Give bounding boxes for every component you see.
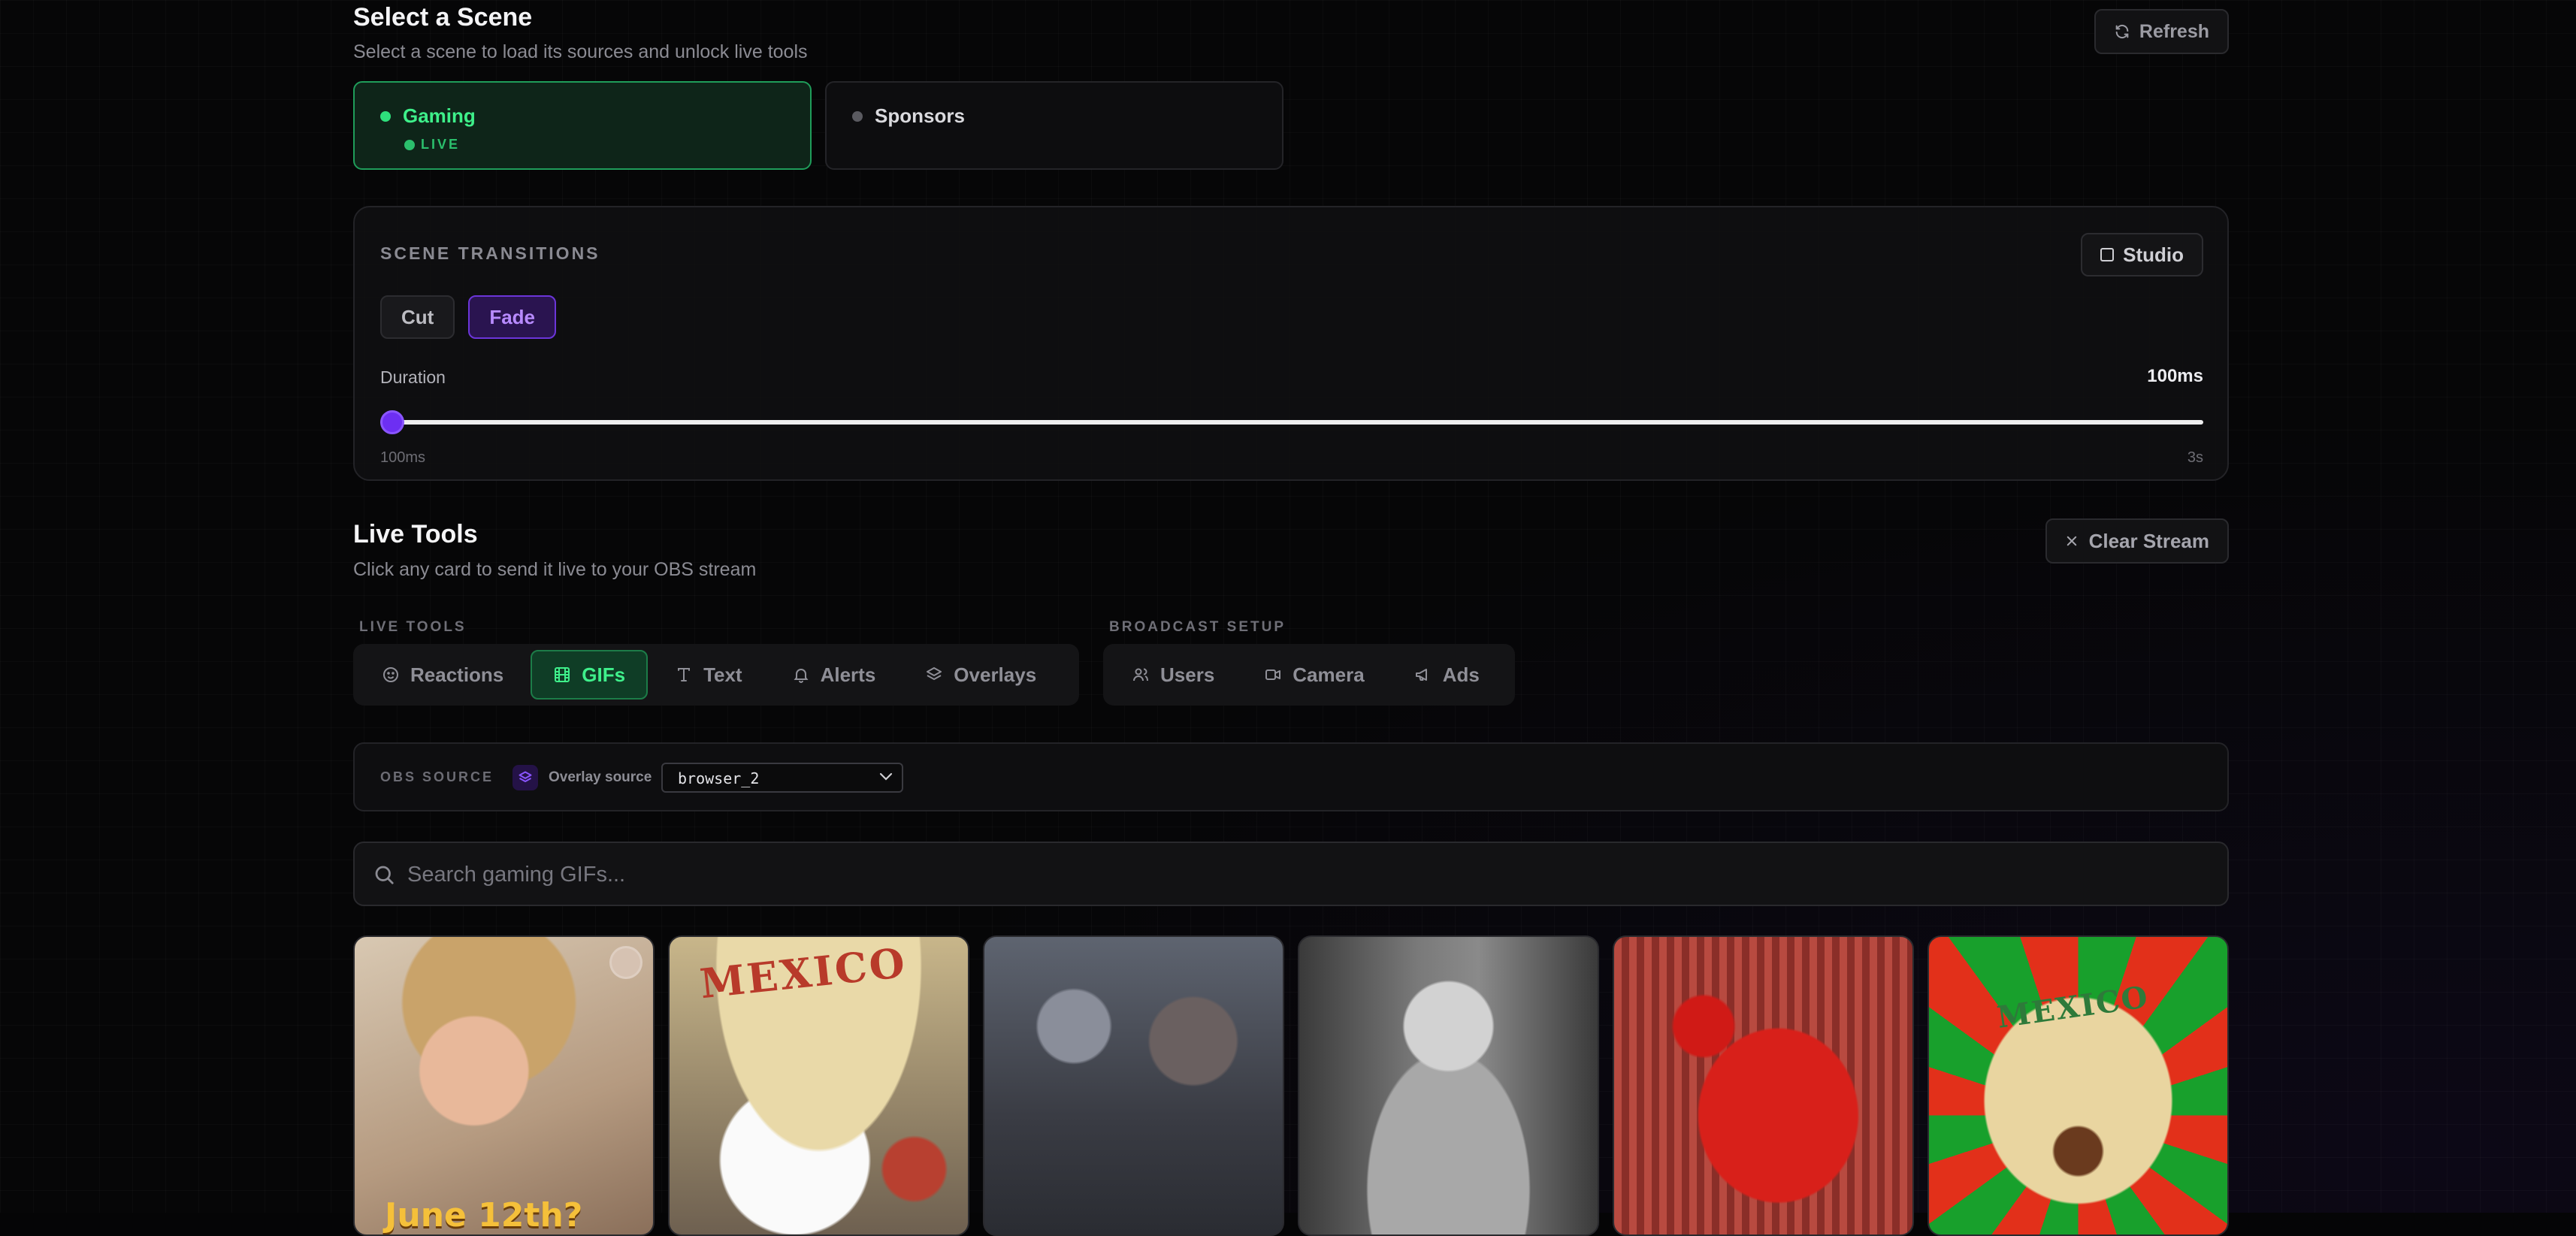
- gif-card[interactable]: MEXICO: [1927, 935, 2229, 1236]
- live-tools-tabbar: Reactions GIFs Text Alerts Overlays: [353, 644, 1079, 706]
- film-icon: [555, 667, 570, 682]
- smile-icon: [383, 667, 398, 682]
- tab-label: GIFs: [582, 663, 626, 686]
- gif-card[interactable]: [983, 935, 1284, 1236]
- tab-reactions[interactable]: Reactions: [359, 650, 526, 700]
- gif-card[interactable]: [1613, 935, 1914, 1236]
- tab-overlays[interactable]: Overlays: [903, 650, 1059, 700]
- tab-text[interactable]: Text: [652, 650, 765, 700]
- broadcast-group-label: BROADCAST SETUP: [1109, 619, 1286, 635]
- chevron-down-icon: [879, 772, 893, 781]
- overlay-source-select[interactable]: browser_2: [661, 763, 903, 793]
- megaphone-icon: [1415, 669, 1427, 681]
- tab-gifs[interactable]: GIFs: [531, 650, 649, 700]
- tab-ads[interactable]: Ads: [1392, 650, 1502, 700]
- tab-label: Alerts: [820, 663, 876, 686]
- tab-camera[interactable]: Camera: [1241, 650, 1386, 700]
- tab-users[interactable]: Users: [1109, 650, 1237, 700]
- gif-card[interactable]: June 12th?: [353, 935, 655, 1236]
- overlay-source-label: Overlay source: [549, 769, 652, 785]
- broadcast-tabbar: Users Camera Ads: [1103, 644, 1515, 706]
- gif-caption: MEXICO: [1994, 979, 2151, 1035]
- tab-alerts[interactable]: Alerts: [769, 650, 899, 700]
- gif-caption: MEXICO: [697, 938, 909, 1008]
- type-icon: [678, 668, 691, 681]
- gif-search-input[interactable]: [407, 857, 2196, 893]
- gif-grid: June 12th? MEXICO MEXICO: [353, 935, 2229, 1236]
- tools-layer: LIVE TOOLS Reactions GIFs Text Alerts Ov…: [353, 0, 2229, 1236]
- tab-label: Camera: [1293, 663, 1365, 686]
- avatar: [609, 946, 642, 979]
- gif-caption: June 12th?: [385, 1196, 583, 1234]
- obs-source-label: OBS SOURCE: [380, 769, 494, 784]
- tab-label: Ads: [1442, 663, 1480, 686]
- layers-icon: [927, 667, 942, 680]
- bell-icon: [794, 669, 809, 683]
- tab-label: Users: [1160, 663, 1215, 686]
- obs-source-panel: OBS SOURCE Overlay source browser_2: [353, 742, 2229, 811]
- gif-search-bar[interactable]: [353, 842, 2229, 906]
- search-icon: [375, 866, 394, 884]
- live-tools-group-label: LIVE TOOLS: [359, 619, 467, 635]
- users-icon: [1133, 668, 1148, 681]
- tab-label: Text: [703, 663, 742, 686]
- layers-icon: [512, 765, 538, 790]
- gif-card[interactable]: [1298, 935, 1599, 1236]
- gif-card[interactable]: MEXICO: [668, 935, 969, 1236]
- overlay-source-value: browser_2: [678, 769, 760, 787]
- tab-label: Overlays: [954, 663, 1037, 686]
- tab-label: Reactions: [410, 663, 504, 686]
- video-icon: [1265, 669, 1281, 680]
